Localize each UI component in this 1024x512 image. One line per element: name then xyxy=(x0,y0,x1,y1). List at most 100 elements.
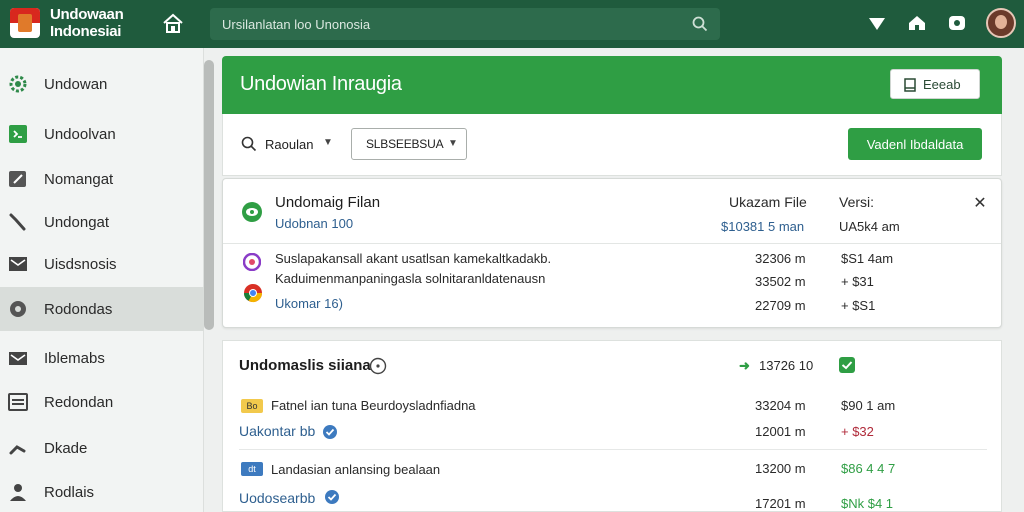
wrench-icon xyxy=(8,438,28,458)
chevron-down-icon: ▼ xyxy=(323,137,333,148)
file-tag: Bo xyxy=(241,399,263,413)
row-value: $Nk $4 1 xyxy=(841,496,894,511)
page-header: Undowian Inraugia Eeeab xyxy=(222,56,1002,114)
sidebar-item-label: Rodondas xyxy=(44,301,113,318)
code-icon xyxy=(8,124,28,144)
search-input[interactable] xyxy=(222,8,672,40)
card-subtitle-link[interactable]: Udobnan 100 xyxy=(275,216,353,231)
home-icon[interactable] xyxy=(906,12,928,34)
divider xyxy=(239,449,987,450)
person-icon xyxy=(8,482,28,502)
search-icon xyxy=(241,136,257,152)
notification-icon[interactable] xyxy=(866,12,888,34)
checkbox-checked[interactable] xyxy=(839,357,855,373)
row-size: 32306 m xyxy=(755,251,806,266)
verified-icon xyxy=(325,490,339,504)
col-header-version: Versi: xyxy=(839,194,875,210)
row-value: + $32 xyxy=(841,424,874,439)
primary-action-button[interactable]: Vadenl Ibdaldata xyxy=(848,128,982,160)
sidebar-item-label: Nomangat xyxy=(44,171,114,188)
filter-bar: Raoulan ▼ SLBSEEBSUA ▼ Vadenl Ibdaldata xyxy=(222,114,1002,176)
row-size: 17201 m xyxy=(755,496,806,511)
app-logo[interactable] xyxy=(10,8,40,38)
search-icon[interactable] xyxy=(692,16,708,32)
row-value: $86 4 4 7 xyxy=(841,461,896,476)
row-size: 22709 m xyxy=(755,298,806,313)
sidebar: Undowan Undoolvan Nomangat Undongat Uisd… xyxy=(0,48,204,512)
row-text: Landasian anlansing bealaan xyxy=(271,462,441,477)
file-tag: dt xyxy=(241,462,263,476)
chevron-down-icon: ▼ xyxy=(448,138,458,149)
brand-line-1: Undowaan xyxy=(50,6,124,23)
verified-icon xyxy=(323,425,337,439)
sidebar-item-rodlais[interactable]: Rodlais xyxy=(0,470,204,512)
sidebar-item-label: Undowan xyxy=(44,76,108,93)
row-link[interactable]: Uodosearbb xyxy=(239,490,315,506)
brand-name: Undowaan Indonesiai xyxy=(50,6,124,40)
brand-line-2: Indonesiai xyxy=(50,23,122,40)
top-bar: Undowaan Indonesiai xyxy=(0,0,1024,48)
info-icon[interactable] xyxy=(369,357,387,375)
card-row-link[interactable]: Ukomar 16) xyxy=(275,296,343,311)
search-bar[interactable] xyxy=(210,8,720,40)
sidebar-item-iblemabs[interactable]: Iblemabs xyxy=(0,336,204,380)
eye-icon xyxy=(241,201,263,223)
filter-select[interactable]: SLBSEEBSUA ▼ xyxy=(351,128,467,160)
section-title: Undomaslis siiana xyxy=(239,357,371,374)
file-card: Undomaig Filan Udobnan 100 Ukazam File V… xyxy=(222,178,1002,328)
wrench-icon xyxy=(8,212,28,232)
gear-icon xyxy=(8,74,28,94)
page-title: Undowian Inraugia xyxy=(240,73,402,95)
summary-section: Undomaslis siiana ➜ 13726 10 Bo Fatnel i… xyxy=(222,340,1002,512)
row-text: Fatnel ian tuna Beurdoysladnfiadna xyxy=(271,398,476,413)
filter-search-label: Raoulan xyxy=(265,137,314,152)
row-size: 12001 m xyxy=(755,424,806,439)
sidebar-item-label: Rodlais xyxy=(44,484,95,501)
sidebar-item-label: Redondan xyxy=(44,394,114,411)
settings-icon[interactable] xyxy=(946,12,968,34)
row-value: + $S1 xyxy=(841,298,876,313)
header-action-button[interactable]: Eeeab xyxy=(890,69,980,99)
row-value: $S1 4am xyxy=(841,251,894,266)
arrow-right-icon: ➜ xyxy=(739,358,750,373)
sidebar-item-label: Undoolvan xyxy=(44,126,116,143)
sidebar-item-undowan[interactable]: Undowan xyxy=(0,62,204,106)
divider xyxy=(223,243,1001,244)
row-size: 33204 m xyxy=(755,398,806,413)
sidebar-item-uisdsnosis[interactable]: Uisdsnosis xyxy=(0,242,204,286)
sidebar-item-dkade[interactable]: Dkade xyxy=(0,426,204,470)
sidebar-item-label: Undongat xyxy=(44,214,110,231)
sidebar-item-label: Dkade xyxy=(44,440,88,457)
row-value: + $31 xyxy=(841,274,874,289)
filter-search-dropdown[interactable]: Raoulan ▼ xyxy=(241,134,341,156)
mail-icon xyxy=(8,348,28,368)
gear-icon xyxy=(8,299,28,319)
description-line-2: Kaduimenmanpaningasla solnitaranldatenau… xyxy=(275,271,546,286)
sidebar-item-undongat[interactable]: Undongat xyxy=(0,200,204,244)
version-value: UA5k4 am xyxy=(839,219,900,234)
summary-value: 13726 10 xyxy=(759,358,814,373)
user-avatar[interactable] xyxy=(986,8,1016,38)
row-link[interactable]: Uakontar bb xyxy=(239,423,315,439)
document-icon xyxy=(903,78,917,92)
file-size-value: $10381 5 man xyxy=(721,219,805,234)
description-line-1: Suslapakansall akant usatlsan kamekaltka… xyxy=(275,251,552,266)
sidebar-item-undoolvan[interactable]: Undoolvan xyxy=(0,112,204,156)
row-size: 13200 m xyxy=(755,461,806,476)
col-header-file: Ukazam File xyxy=(729,194,807,210)
mail-icon xyxy=(8,254,28,274)
row-value: $90 1 am xyxy=(841,398,896,413)
home-icon[interactable] xyxy=(160,12,186,36)
card-title: Undomaig Filan xyxy=(275,194,381,211)
sidebar-item-redondan[interactable]: Redondan xyxy=(0,380,204,424)
close-icon[interactable]: ✕ xyxy=(971,193,989,212)
sidebar-item-rodondas[interactable]: Rodondas xyxy=(0,287,204,331)
sidebar-scrollbar[interactable] xyxy=(204,60,214,330)
row-size: 33502 m xyxy=(755,274,806,289)
sidebar-item-label: Uisdsnosis xyxy=(44,256,117,273)
list-icon xyxy=(8,392,28,412)
sidebar-item-nomangat[interactable]: Nomangat xyxy=(0,157,204,201)
chrome-icon xyxy=(243,283,263,303)
edit-icon xyxy=(8,169,28,189)
app-icon xyxy=(242,252,262,272)
